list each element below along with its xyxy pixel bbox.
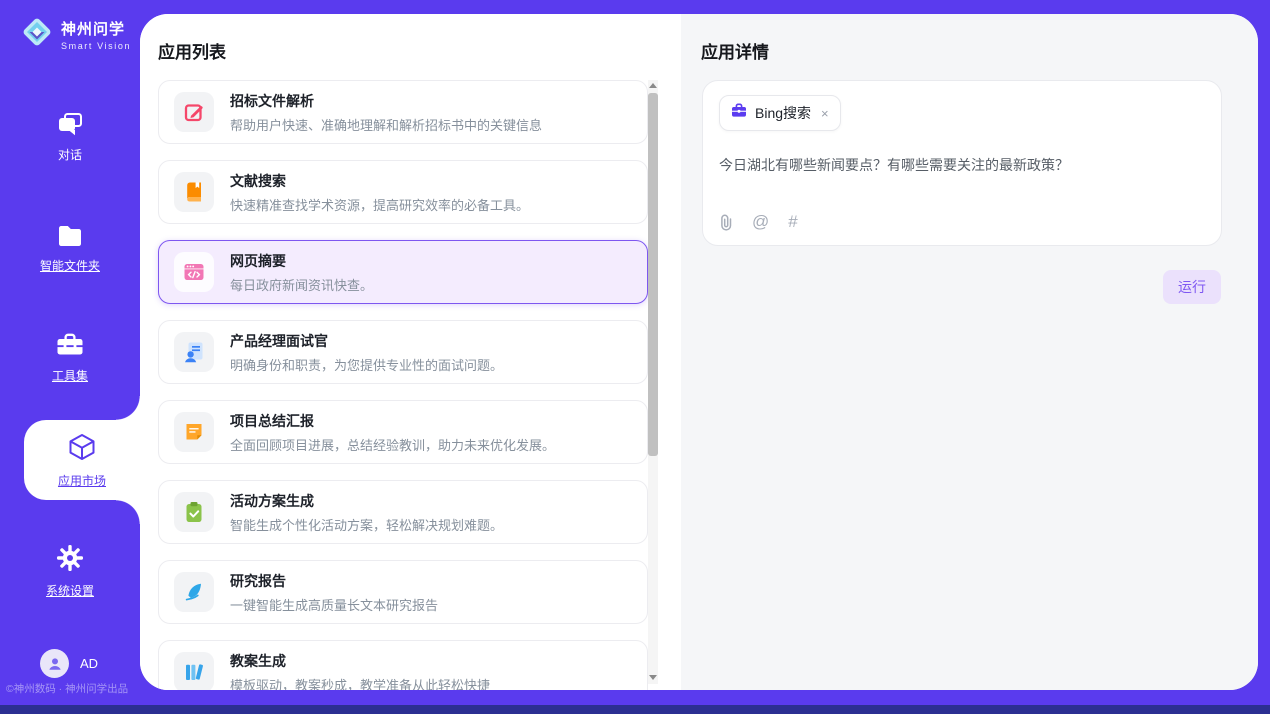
app-card-title: 文献搜索 xyxy=(230,171,529,191)
app-card-description: 每日政府新闻资讯快查。 xyxy=(230,275,373,294)
app-card-description: 智能生成个性化活动方案，轻松解决规划难题。 xyxy=(230,515,503,534)
query-input[interactable]: 今日湖北有哪些新闻要点？有哪些需要关注的最新政策？ xyxy=(719,156,1205,176)
app-card[interactable]: 活动方案生成智能生成个性化活动方案，轻松解决规划难题。 xyxy=(158,480,648,544)
gear-icon xyxy=(56,544,84,572)
logo-subtitle: Smart Vision xyxy=(61,41,131,51)
app-list-title: 应用列表 xyxy=(158,38,226,63)
app-card-description: 模板驱动，教案秒成，教学准备从此轻松快捷 xyxy=(230,675,490,691)
app-logo: 神州问学 Smart Vision xyxy=(20,15,131,54)
research-icon xyxy=(174,572,214,612)
app-card-description: 全面回顾项目进展，总结经验教训，助力未来优化发展。 xyxy=(230,435,555,454)
sidebar-item-label: 应用市场 xyxy=(24,472,140,489)
app-card-title: 研究报告 xyxy=(230,571,438,591)
paperclip-icon[interactable] xyxy=(719,214,733,231)
chip-close-icon[interactable]: × xyxy=(821,106,829,121)
logo-diamond-icon xyxy=(20,15,54,54)
app-card[interactable]: 文献搜索快速精准查找学术资源，提高研究效率的必备工具。 xyxy=(158,160,648,224)
app-card-description: 明确身份和职责，为您提供专业性的面试问题。 xyxy=(230,355,503,374)
app-detail-title: 应用详情 xyxy=(701,38,769,63)
app-list-scrollbar[interactable] xyxy=(648,80,658,684)
book-icon xyxy=(174,172,214,212)
user-avatar-icon xyxy=(40,649,69,678)
active-nav-notch-top xyxy=(116,396,140,420)
app-card-title: 活动方案生成 xyxy=(230,491,503,511)
run-button[interactable]: 运行 xyxy=(1163,270,1221,304)
interview-icon xyxy=(174,332,214,372)
clipboard-check-icon xyxy=(174,492,214,532)
active-nav-notch-bottom xyxy=(116,500,140,524)
app-card-title: 网页摘要 xyxy=(230,251,373,271)
app-list-panel: 应用列表 招标文件解析帮助用户快速、准确地理解和解析招标书中的关键信息文献搜索快… xyxy=(140,14,681,690)
sidebar-item-app-market[interactable]: 应用市场 xyxy=(24,433,140,489)
app-card[interactable]: 产品经理面试官明确身份和职责，为您提供专业性的面试问题。 xyxy=(158,320,648,384)
app-card-title: 产品经理面试官 xyxy=(230,331,503,351)
app-card[interactable]: 研究报告一键智能生成高质量长文本研究报告 xyxy=(158,560,648,624)
bottom-strip xyxy=(0,705,1270,714)
sidebar-item-chat[interactable]: 对话 xyxy=(0,110,140,163)
app-card[interactable]: 招标文件解析帮助用户快速、准确地理解和解析招标书中的关键信息 xyxy=(158,80,648,144)
briefcase-icon xyxy=(731,103,747,123)
chat-icon xyxy=(57,110,83,138)
user-account[interactable]: AD xyxy=(40,649,98,678)
sidebar-item-label: 工具集 xyxy=(0,367,140,384)
sidebar-item-label: 智能文件夹 xyxy=(0,257,140,274)
tool-chip-label: Bing搜索 xyxy=(755,103,811,123)
scrollbar-up-arrow-icon[interactable] xyxy=(648,81,658,91)
sidebar-item-label: 系统设置 xyxy=(0,582,140,599)
edit-doc-icon xyxy=(174,92,214,132)
sidebar-item-label: 对话 xyxy=(0,146,140,163)
app-card-description: 一键智能生成高质量长文本研究报告 xyxy=(230,595,438,614)
main-content: 应用列表 招标文件解析帮助用户快速、准确地理解和解析招标书中的关键信息文献搜索快… xyxy=(140,14,1258,690)
app-card-description: 帮助用户快速、准确地理解和解析招标书中的关键信息 xyxy=(230,115,542,134)
app-list: 招标文件解析帮助用户快速、准确地理解和解析招标书中的关键信息文献搜索快速精准查找… xyxy=(158,80,648,690)
app-card-title: 招标文件解析 xyxy=(230,91,542,111)
app-card[interactable]: 网页摘要每日政府新闻资讯快查。 xyxy=(158,240,648,304)
sidebar: 神州问学 Smart Vision 对话智能文件夹工具集应用市场系统设置 AD … xyxy=(0,0,140,705)
folder-icon xyxy=(57,222,83,250)
web-code-icon xyxy=(174,252,214,292)
hash-icon[interactable]: # xyxy=(788,212,797,232)
app-card[interactable]: 教案生成模板驱动，教案秒成，教学准备从此轻松快捷 xyxy=(158,640,648,690)
logo-title: 神州问学 xyxy=(61,18,131,39)
sidebar-item-settings[interactable]: 系统设置 xyxy=(0,544,140,599)
composer-card: Bing搜索 × 今日湖北有哪些新闻要点？有哪些需要关注的最新政策？ @ # xyxy=(702,80,1222,246)
toolbox-icon xyxy=(56,330,84,358)
composer-toolbar: @ # xyxy=(719,212,1205,232)
copyright-footer: ©神州数码 · 神州问学出品 xyxy=(0,681,150,696)
user-name: AD xyxy=(80,656,98,671)
cube-icon xyxy=(67,433,97,461)
sidebar-item-smart-folder[interactable]: 智能文件夹 xyxy=(0,222,140,274)
report-note-icon xyxy=(174,412,214,452)
app-detail-panel: 应用详情 Bing搜索 × 今日湖北有哪些新闻要点？有哪些需要关注的最新政策？ xyxy=(681,14,1258,690)
books-icon xyxy=(174,652,214,690)
app-card-description: 快速精准查找学术资源，提高研究效率的必备工具。 xyxy=(230,195,529,214)
app-card-title: 教案生成 xyxy=(230,651,490,671)
sidebar-item-toolkit[interactable]: 工具集 xyxy=(0,330,140,384)
scrollbar-down-arrow-icon[interactable] xyxy=(648,673,658,683)
tool-chip-bing-search[interactable]: Bing搜索 × xyxy=(719,95,841,131)
app-card-title: 项目总结汇报 xyxy=(230,411,555,431)
app-card[interactable]: 项目总结汇报全面回顾项目进展，总结经验教训，助力未来优化发展。 xyxy=(158,400,648,464)
scrollbar-thumb[interactable] xyxy=(648,93,658,456)
at-icon[interactable]: @ xyxy=(752,212,769,232)
